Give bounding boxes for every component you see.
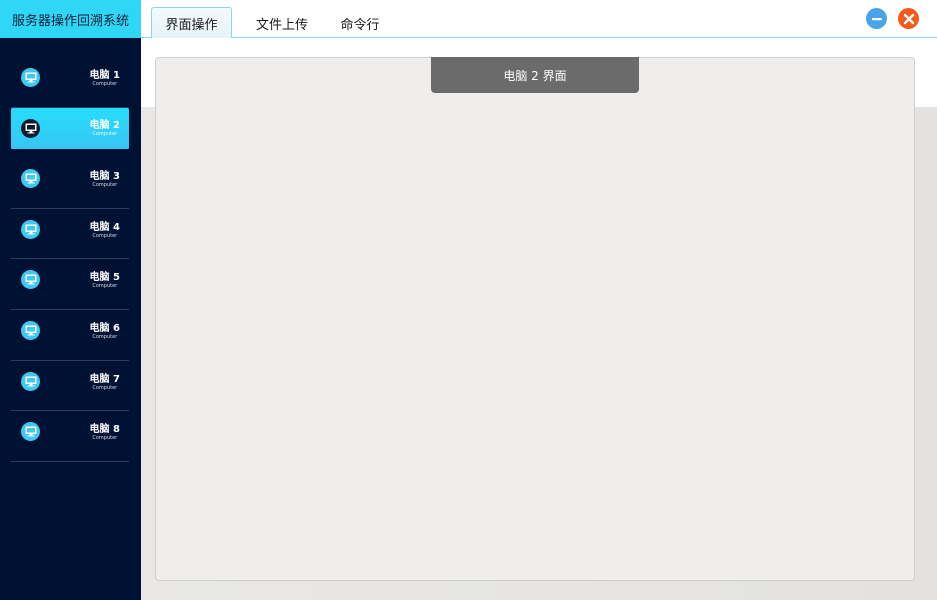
computer-item-4[interactable]: 电脑 4 Computer bbox=[11, 209, 129, 260]
monitor-icon bbox=[21, 320, 40, 340]
app-title: 服务器操作回溯系统 bbox=[0, 0, 141, 38]
monitor-icon bbox=[21, 169, 40, 189]
computer-label: 电脑 8 Computer bbox=[90, 424, 120, 441]
monitor-icon bbox=[21, 219, 40, 239]
computer-subtitle: Computer bbox=[92, 130, 118, 137]
tab-ui-operation[interactable]: 界面操作 bbox=[151, 7, 232, 39]
computer-label: 电脑 6 Computer bbox=[90, 323, 120, 340]
computer-name: 电脑 3 bbox=[89, 171, 120, 183]
close-button[interactable] bbox=[898, 8, 919, 29]
computer-label: 电脑 4 Computer bbox=[90, 222, 120, 239]
computer-name: 电脑 2 bbox=[89, 119, 120, 131]
computer-list: 电脑 1 Computer 电脑 2 Computer 电脑 3 Compute… bbox=[11, 57, 129, 462]
screen-panel: 电脑 2 界面 bbox=[155, 57, 915, 581]
close-icon bbox=[903, 13, 914, 24]
computer-name: 电脑 4 bbox=[89, 221, 120, 233]
monitor-icon bbox=[21, 371, 40, 391]
computer-item-3[interactable]: 电脑 3 Computer bbox=[11, 158, 129, 209]
computer-name: 电脑 1 bbox=[89, 70, 120, 81]
monitor-icon bbox=[21, 270, 40, 290]
screen-title: 电脑 2 界面 bbox=[431, 57, 639, 93]
minimize-button[interactable] bbox=[866, 8, 887, 29]
top-bar: 界面操作 文件上传 命令行 bbox=[141, 0, 937, 39]
tab-command-line[interactable]: 命令行 bbox=[335, 9, 385, 38]
computer-name: 电脑 5 bbox=[89, 272, 120, 284]
computer-item-8[interactable]: 电脑 8 Computer bbox=[11, 411, 129, 462]
computer-label: 电脑 5 Computer bbox=[90, 272, 120, 289]
minus-icon bbox=[871, 17, 882, 20]
computer-label: 电脑 2 Computer bbox=[90, 120, 120, 137]
computer-name: 电脑 7 bbox=[89, 373, 120, 385]
monitor-icon bbox=[21, 118, 40, 138]
computer-name: 电脑 8 bbox=[89, 424, 120, 436]
tab-file-upload[interactable]: 文件上传 bbox=[251, 9, 313, 38]
computer-item-1[interactable]: 电脑 1 Computer bbox=[11, 57, 129, 108]
computer-item-6[interactable]: 电脑 6 Computer bbox=[11, 310, 129, 361]
computer-subtitle: Computer bbox=[92, 81, 118, 87]
computer-subtitle: Computer bbox=[92, 232, 118, 239]
computer-item-2[interactable]: 电脑 2 Computer bbox=[11, 107, 129, 150]
computer-subtitle: Computer bbox=[92, 333, 118, 340]
computer-subtitle: Computer bbox=[92, 283, 118, 290]
computer-subtitle: Computer bbox=[92, 384, 118, 391]
computer-subtitle: Computer bbox=[92, 182, 118, 189]
monitor-icon bbox=[21, 422, 40, 442]
computer-label: 电脑 3 Computer bbox=[90, 171, 120, 188]
monitor-icon bbox=[21, 68, 40, 87]
computer-item-5[interactable]: 电脑 5 Computer bbox=[11, 259, 129, 310]
computer-subtitle: Computer bbox=[92, 435, 118, 442]
sidebar: 服务器操作回溯系统 电脑 1 Computer 电脑 2 Computer 电脑… bbox=[0, 0, 141, 600]
computer-name: 电脑 6 bbox=[89, 322, 120, 334]
computer-label: 电脑 7 Computer bbox=[90, 374, 120, 391]
computer-label: 电脑 1 Computer bbox=[90, 70, 120, 87]
computer-item-7[interactable]: 电脑 7 Computer bbox=[11, 361, 129, 412]
